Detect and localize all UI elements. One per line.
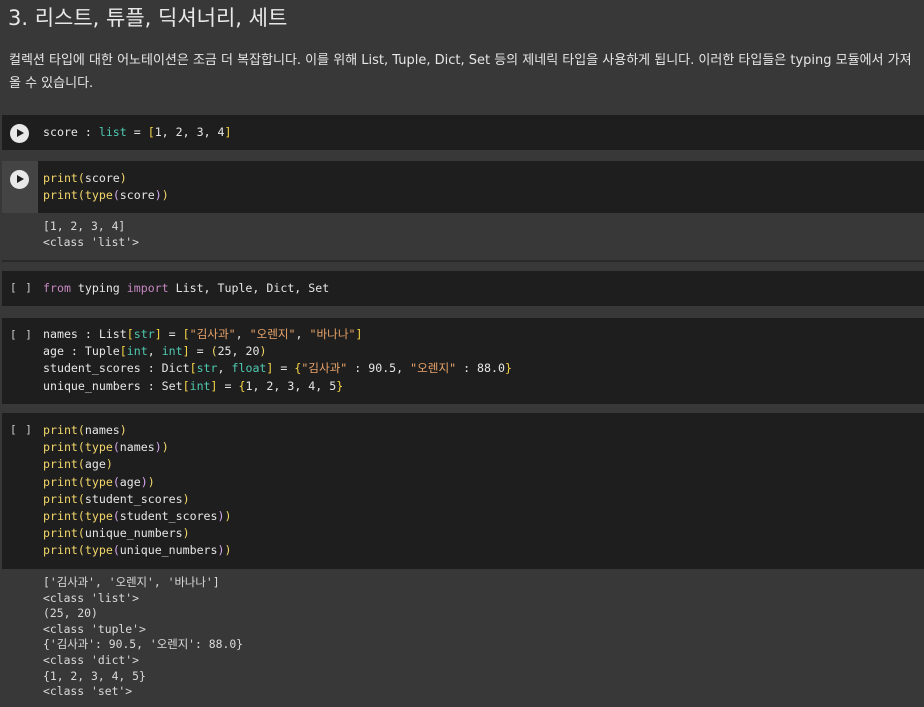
description-line-2: 올 수 있습니다.: [9, 76, 94, 91]
section-description: 컬렉션 타입에 대한 어노테이션은 조금 더 복잡합니다. 이를 위해 List…: [9, 49, 924, 95]
cell-divider: [2, 260, 924, 262]
play-circle-icon[interactable]: [10, 124, 29, 143]
code-cell-1[interactable]: score : list = [1, 2, 3, 4]: [2, 115, 924, 150]
cell-gutter: [2, 115, 38, 150]
execution-count: [ ]: [10, 281, 33, 294]
cell-gutter: [ ]: [2, 271, 38, 306]
code-cell-4[interactable]: [ ] names : List[str] = ["김사과", "오렌지", "…: [2, 318, 924, 404]
cell-output-5: ['김사과', '오렌지', '바나나'] <class 'list'> (25…: [2, 569, 924, 707]
execution-count: [ ]: [10, 423, 33, 436]
code-editor[interactable]: from typing import List, Tuple, Dict, Se…: [43, 280, 329, 297]
output-text: [1, 2, 3, 4] <class 'list'>: [43, 219, 140, 249]
cell-gutter: [ ]: [2, 318, 38, 404]
cell-gutter: [2, 161, 38, 213]
code-editor[interactable]: names : List[str] = ["김사과", "오렌지", "바나나"…: [43, 326, 512, 395]
section-heading: 3. 리스트, 튜플, 딕셔너리, 세트: [8, 6, 288, 30]
code-cell-5[interactable]: [ ] print(names) print(type(names)) prin…: [2, 413, 924, 569]
play-circle-icon[interactable]: [10, 170, 29, 189]
cell-output-2: [1, 2, 3, 4] <class 'list'>: [2, 213, 924, 259]
code-editor[interactable]: score : list = [1, 2, 3, 4]: [43, 124, 232, 141]
description-line-1: 컬렉션 타입에 대한 어노테이션은 조금 더 복잡합니다. 이를 위해 List…: [9, 53, 912, 68]
execution-count: [ ]: [10, 328, 33, 341]
output-text: ['김사과', '오렌지', '바나나'] <class 'list'> (25…: [43, 575, 244, 699]
code-cell-3[interactable]: [ ] from typing import List, Tuple, Dict…: [2, 271, 924, 306]
code-editor[interactable]: print(score) print(type(score)): [43, 170, 169, 204]
code-editor[interactable]: print(names) print(type(names)) print(ag…: [43, 422, 232, 560]
code-cell-2[interactable]: print(score) print(type(score)): [2, 161, 924, 213]
cell-gutter: [ ]: [2, 413, 38, 569]
